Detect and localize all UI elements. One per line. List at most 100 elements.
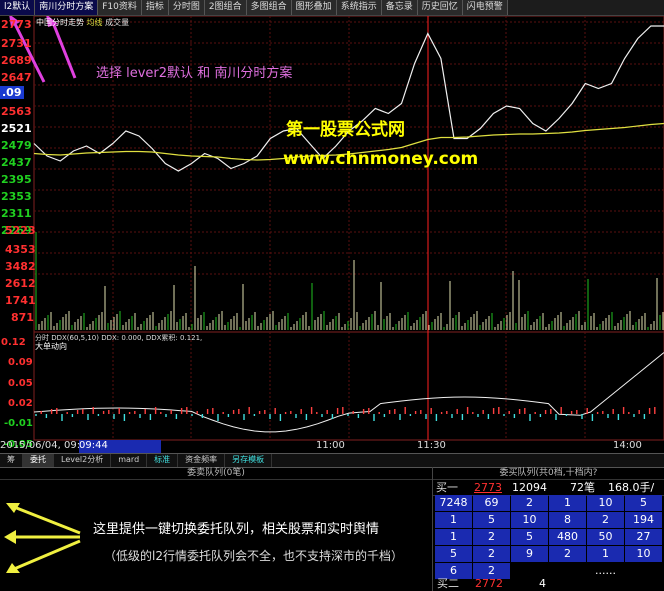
queue-cell: 10 — [587, 495, 624, 511]
queue-row: 1 5 10 8 2 194 — [434, 512, 662, 529]
arrow-head-icon — [4, 530, 16, 544]
buy2-price: 2772 — [475, 577, 503, 590]
watermark-title: 第一股票公式网 — [286, 120, 405, 140]
queue-cell: 194 — [625, 512, 662, 528]
buy1-price: 2773 — [474, 481, 502, 494]
ddx-label: 0.12 — [1, 337, 26, 348]
queue-cell: 5 — [473, 512, 510, 528]
queue-cell: 5 — [435, 546, 472, 562]
queue-cell: 9 — [511, 546, 548, 562]
sell-queue-title: 委卖队列(0笔) — [0, 467, 432, 480]
ddx-title: 大单动向 — [35, 342, 67, 351]
queue-cell: 2 — [511, 495, 548, 511]
tab-chip[interactable]: 筹 — [0, 454, 23, 467]
buy1-row: 买一 2773 12094 72笔 168.0手/笔 — [433, 480, 664, 509]
ddx-label: 0.09 — [8, 357, 33, 368]
queue-cell: 10 — [625, 546, 662, 562]
toolbar-history[interactable]: 历史回忆 — [417, 0, 463, 15]
tab-fund[interactable]: 资金频率 — [178, 454, 226, 467]
buy2-row: 买二 2772 4 — [434, 577, 569, 591]
arrow-line — [13, 539, 81, 571]
price-label: 2521 — [1, 122, 32, 135]
queue-cell: ...... — [595, 564, 616, 577]
buy1-label: 买一 — [436, 481, 458, 494]
tab-queue[interactable]: 委托 — [23, 454, 54, 467]
buy-queue-title: 委买队列(共0档,十档内? — [433, 467, 664, 480]
legend-avg: 均线 — [86, 18, 103, 27]
price-label: 2731 — [1, 37, 32, 50]
queue-row: 1 2 5 480 50 27 — [434, 529, 662, 546]
queue-row: 7248 69 2 1 10 5 — [434, 495, 662, 512]
queue-cell: 10 — [511, 512, 548, 528]
annotation-bottom2: （低级的l2行情委托队列会不全，也不支持深市的千档） — [104, 549, 403, 563]
ddx-label: 0.02 — [8, 398, 33, 409]
tab-save-template[interactable]: 另存模板 — [225, 454, 273, 467]
queue-cell: 2 — [587, 512, 624, 528]
queue-cell: 5 — [625, 495, 662, 511]
volume-label: 2612 — [5, 277, 36, 290]
price-label: 2563 — [1, 105, 32, 118]
buy2-label: 买二 — [437, 577, 459, 590]
queue-cell: 7248 — [435, 495, 472, 511]
price-label: 2395 — [1, 173, 32, 186]
chart-legend: 中国分时走势 均线 成交量 — [36, 17, 129, 28]
ddx-label: 0.05 — [8, 378, 33, 389]
price-label: 2353 — [1, 190, 32, 203]
price-label: 2689 — [1, 54, 32, 67]
queue-cell: 1 — [435, 529, 472, 545]
volume-label: 4353 — [5, 243, 36, 256]
buy1-volume: 12094 — [512, 481, 547, 494]
volume-label: 1741 — [5, 294, 36, 307]
ddx-label: -0.01 — [4, 418, 33, 429]
buy-queue-grid: 7248 69 2 1 10 5 1 5 10 8 2 194 1 2 5 48… — [434, 495, 662, 580]
queue-cell: 5 — [511, 529, 548, 545]
toolbar-memo[interactable]: 备忘录 — [381, 0, 418, 15]
toolbar-f10[interactable]: F10资料 — [98, 0, 142, 15]
queue-cell: 2 — [549, 546, 586, 562]
buy1-count: 72笔 — [570, 481, 595, 494]
current-price-tag: .09 — [0, 86, 24, 99]
queue-row: 5 2 9 2 1 10 — [434, 546, 662, 563]
annotation-arrows — [4, 503, 81, 573]
volume-label: 3482 — [5, 260, 36, 273]
legend-price: 中国分时走势 — [36, 18, 84, 27]
tab-level2[interactable]: Level2分析 — [54, 454, 112, 467]
queue-cell: 2 — [473, 529, 510, 545]
queue-cell: 1 — [587, 546, 624, 562]
toolbar-l2-default[interactable]: l2默认 — [0, 0, 36, 15]
toolbar-2chart[interactable]: 2图组合 — [204, 0, 247, 15]
price-label: 2479 — [1, 139, 32, 152]
volume-label: 871 — [11, 311, 34, 324]
watermark-url: www.chnmoney.com — [283, 149, 479, 169]
queue-cell: 480 — [549, 529, 586, 545]
time-bar: 2015/06/04, 09:30 09:44 11:00 11:30 14:0… — [0, 440, 664, 453]
toolbar-system[interactable]: 系统指示 — [336, 0, 382, 15]
price-label: 2647 — [1, 71, 32, 84]
arrow-line — [13, 505, 81, 535]
price-label: 2437 — [1, 156, 32, 169]
toolbar-nanchuan-scheme[interactable]: 南川分时方案 — [35, 0, 99, 15]
toolbar-indicator[interactable]: 指标 — [141, 0, 169, 15]
toolbar-overlay[interactable]: 图形叠加 — [291, 0, 337, 15]
queue-cell: 69 — [473, 495, 510, 511]
queue-cell: 27 — [625, 529, 662, 545]
tab-mard[interactable]: mard — [111, 454, 148, 467]
toolbar-alert[interactable]: 闪电预警 — [462, 0, 508, 15]
legend-volume: 成交量 — [105, 18, 130, 27]
queue-cell — [625, 563, 662, 579]
toolbar-multichart[interactable]: 多图组合 — [246, 0, 292, 15]
time-tick: 11:30 — [417, 440, 446, 451]
queue-cell: 2 — [473, 546, 510, 562]
arrow-line — [50, 19, 77, 79]
buy2-volume: 4 — [539, 577, 546, 590]
annotation-bottom1: 这里提供一键切换委托队列，相关股票和实时舆情 — [93, 522, 380, 537]
queue-cell: 8 — [549, 512, 586, 528]
queue-cell: 1 — [549, 495, 586, 511]
cursor-time: 09:44 — [79, 440, 161, 453]
queue-cell: 1 — [435, 512, 472, 528]
time-tick: 11:00 — [316, 440, 345, 451]
bottom-tabs: 筹 委托 Level2分析 mard 标准 资金频率 另存模板 — [0, 453, 664, 468]
toolbar-intraday[interactable]: 分时图 — [168, 0, 205, 15]
price-label: 2773 — [1, 18, 32, 31]
tab-standard[interactable]: 标准 — [147, 454, 179, 467]
